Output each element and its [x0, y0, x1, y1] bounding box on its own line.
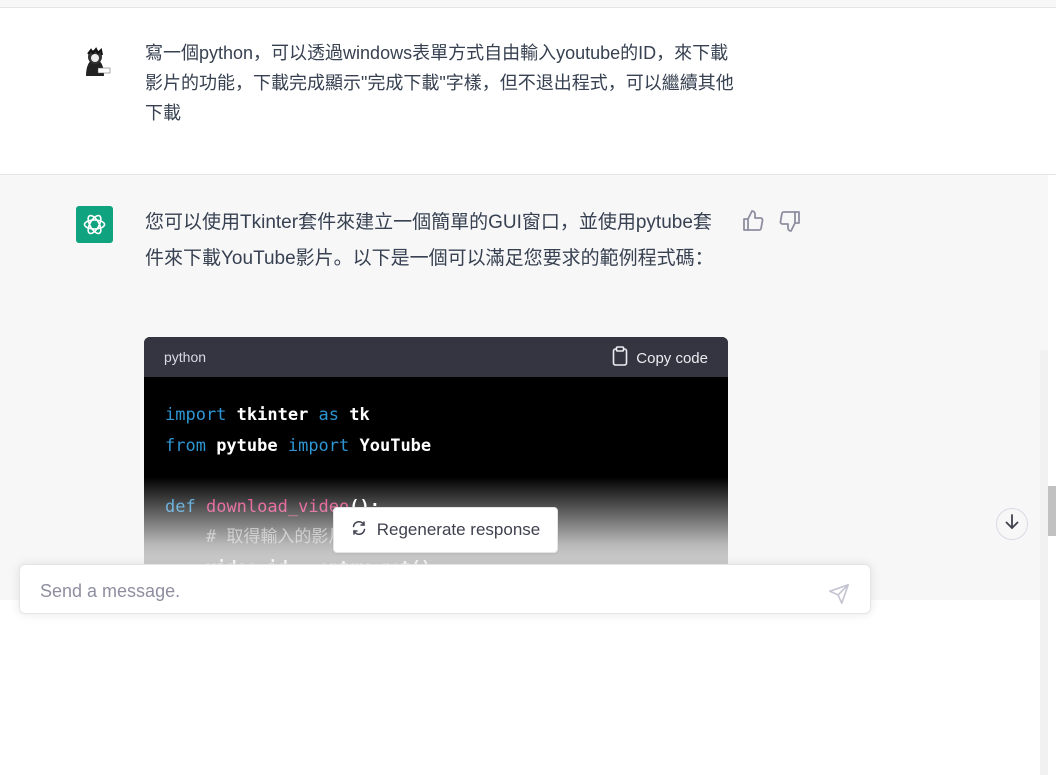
copy-code-button[interactable]: Copy code [612, 346, 708, 370]
scrollbar-thumb[interactable] [1048, 486, 1056, 536]
code-token: pytube [205, 435, 288, 456]
user-message-text: 寫一個python，可以透過windows表單方式自由輸入youtube的ID，… [145, 43, 734, 123]
code-token: tk [339, 405, 370, 425]
code-token: import [287, 435, 350, 456]
code-block: python Copy code import tkinter as tk fro… [144, 337, 728, 600]
code-line: import tkinter as tk [165, 400, 708, 431]
message-composer [19, 564, 871, 614]
user-message-row: 寫一個python，可以透過windows表單方式自由輸入youtube的ID，… [0, 8, 1056, 175]
code-token: from [165, 435, 206, 456]
chatgpt-logo-icon [76, 206, 113, 243]
user-avatar [77, 46, 113, 82]
code-token: as [318, 405, 340, 425]
arrow-down-icon [1005, 513, 1019, 535]
code-token: download_video [205, 496, 350, 517]
code-token: tkinter [226, 405, 319, 425]
scroll-to-bottom-button[interactable] [996, 508, 1028, 540]
code-token: YouTube [349, 435, 432, 456]
code-token: import [165, 405, 227, 425]
assistant-message-text: 您可以使用Tkinter套件來建立一個簡單的GUI窗口，並使用pytube套件來… [145, 212, 714, 269]
regenerate-response-label: Regenerate response [376, 520, 541, 539]
send-icon [828, 584, 850, 609]
code-token: def [165, 496, 196, 517]
clipboard-icon [612, 346, 628, 370]
code-header: python Copy code [144, 337, 728, 377]
top-bar [0, 0, 1056, 8]
refresh-icon [351, 520, 367, 541]
code-line: from pytube import YouTube [165, 431, 708, 462]
message-input[interactable] [40, 581, 800, 602]
thumbs-down-icon[interactable] [778, 209, 802, 233]
send-button[interactable] [828, 583, 852, 607]
code-language-label: python [164, 349, 207, 365]
copy-code-label: Copy code [636, 349, 708, 367]
scrollbar-track[interactable] [1040, 350, 1048, 775]
thumbs-up-icon[interactable] [741, 209, 765, 233]
regenerate-response-button[interactable]: Regenerate response [333, 507, 558, 553]
